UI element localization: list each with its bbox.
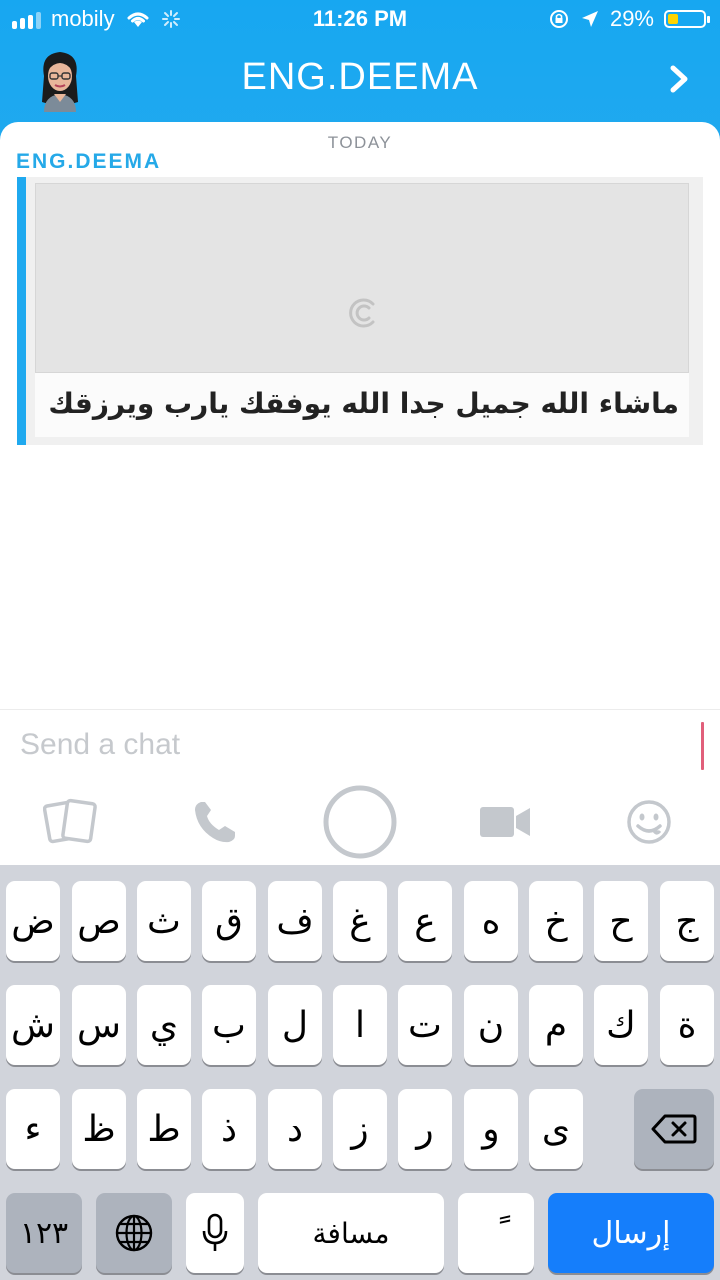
chat-action-bar <box>0 780 720 864</box>
key[interactable]: ت <box>398 985 452 1065</box>
backspace-key[interactable] <box>634 1089 714 1169</box>
key[interactable]: ل <box>268 985 322 1065</box>
divider <box>0 709 720 710</box>
key[interactable]: ق <box>202 881 256 961</box>
key[interactable]: ع <box>398 881 452 961</box>
memories-button[interactable] <box>36 780 106 864</box>
video-call-button[interactable] <box>470 780 540 864</box>
key[interactable]: ا <box>333 985 387 1065</box>
camera-capture-button[interactable] <box>320 780 400 864</box>
send-key[interactable]: إرسال <box>548 1193 714 1273</box>
key[interactable]: ظ <box>72 1089 126 1169</box>
key[interactable]: ء <box>6 1089 60 1169</box>
chat-title[interactable]: ENG.DEEMA <box>0 56 720 99</box>
key[interactable]: س <box>72 985 126 1065</box>
key[interactable]: ب <box>202 985 256 1065</box>
key[interactable]: ه <box>464 881 518 961</box>
key[interactable]: ف <box>268 881 322 961</box>
message-caption: ماشاء الله جميل جدا الله يوفقك يارب ويرز… <box>48 387 679 420</box>
arabic-keyboard: ض ص ث ق ف غ ع ه خ ح ج ش س ي ب ل ا ت ن م … <box>0 865 720 1280</box>
orientation-lock-icon <box>549 10 568 28</box>
status-bar: mobily 11:26 PM 29% <box>0 0 720 40</box>
call-button[interactable] <box>180 780 250 864</box>
key[interactable]: ن <box>464 985 518 1065</box>
location-icon <box>581 11 598 27</box>
key[interactable]: ر <box>398 1089 452 1169</box>
key[interactable]: ط <box>137 1089 191 1169</box>
emoji-button[interactable] <box>614 780 684 864</box>
key[interactable]: ة <box>660 985 714 1065</box>
key[interactable]: ك <box>594 985 648 1065</box>
key[interactable]: ض <box>6 881 60 961</box>
dictation-key[interactable] <box>186 1193 244 1273</box>
key[interactable]: د <box>268 1089 322 1169</box>
key[interactable]: ى <box>529 1089 583 1169</box>
battery-percent: 29% <box>609 6 654 31</box>
capture-circle-icon <box>323 785 397 859</box>
key[interactable]: ج <box>660 881 714 961</box>
globe-icon <box>115 1214 153 1252</box>
key[interactable]: ش <box>6 985 60 1065</box>
battery-icon <box>664 10 710 28</box>
key[interactable]: ذ <box>202 1089 256 1169</box>
numbers-key[interactable]: ١٢٣ <box>6 1193 82 1273</box>
chat-header: mobily 11:26 PM 29% ENG.DEEMA <box>0 0 720 140</box>
key[interactable]: ص <box>72 881 126 961</box>
text-cursor <box>701 722 704 770</box>
key[interactable]: م <box>529 985 583 1065</box>
emoji-icon <box>627 800 671 844</box>
diacritic-key[interactable]: ً <box>458 1193 534 1273</box>
media-placeholder[interactable] <box>35 183 689 373</box>
key[interactable]: ي <box>137 985 191 1065</box>
key[interactable]: ز <box>333 1089 387 1169</box>
chevron-right-icon[interactable] <box>664 62 694 96</box>
globe-key[interactable] <box>96 1193 172 1273</box>
backspace-icon <box>651 1114 697 1144</box>
sender-name: ENG.DEEMA <box>16 150 162 173</box>
video-icon <box>480 807 530 837</box>
loading-spinner-icon <box>349 298 375 328</box>
phone-icon <box>195 802 235 843</box>
key[interactable]: و <box>464 1089 518 1169</box>
space-key[interactable]: مسافة <box>258 1193 444 1273</box>
chat-input[interactable] <box>0 712 720 778</box>
key[interactable]: خ <box>529 881 583 961</box>
memories-icon <box>43 798 97 844</box>
key[interactable]: ح <box>594 881 648 961</box>
chat-message[interactable]: ماشاء الله جميل جدا الله يوفقك يارب ويرز… <box>17 177 703 445</box>
key[interactable]: ث <box>137 881 191 961</box>
microphone-icon <box>202 1213 228 1251</box>
message-caption-box: ماشاء الله جميل جدا الله يوفقك يارب ويرز… <box>35 373 689 437</box>
message-sender-bar <box>17 177 26 445</box>
key[interactable]: غ <box>333 881 387 961</box>
